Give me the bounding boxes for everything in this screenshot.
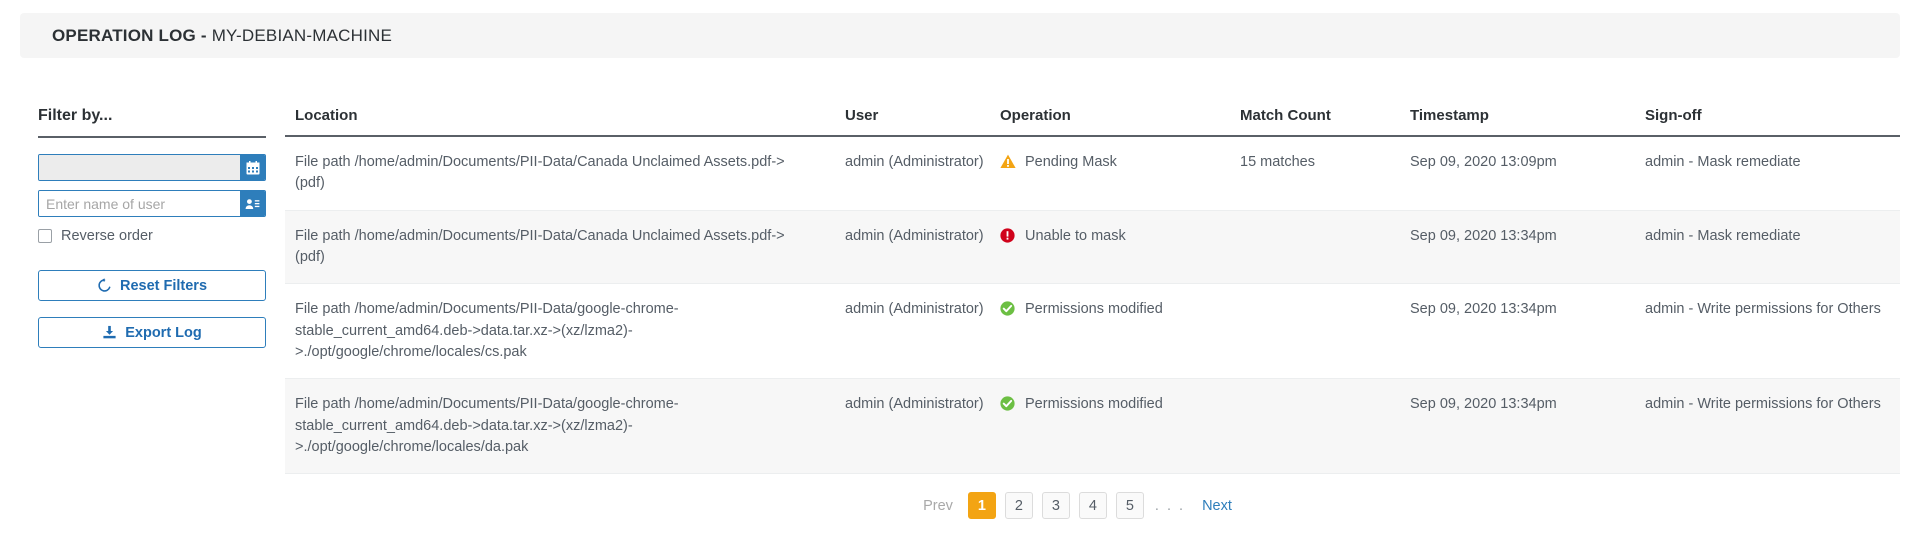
column-header-user: User [845,107,1000,136]
cell-location: File path /home/admin/Documents/PII-Data… [285,210,845,284]
pagination-page-1[interactable]: 1 [968,492,996,519]
filter-heading: Filter by... [38,107,285,136]
cell-timestamp: Sep 09, 2020 13:09pm [1410,136,1645,210]
refresh-icon [97,278,112,293]
cell-user: admin (Administrator) [845,379,1000,474]
operation-label: Permissions modified [1025,299,1163,320]
calendar-icon[interactable] [240,155,265,180]
page-header: OPERATION LOG - MY-DEBIAN-MACHINE [20,13,1900,58]
column-header-location: Location [285,107,845,136]
cell-match-count [1240,284,1410,379]
cell-signoff: admin - Write permissions for Others [1645,379,1900,474]
reset-filters-label: Reset Filters [120,278,207,294]
success-check-icon [1000,301,1016,316]
cell-operation: Permissions modified [1000,284,1240,379]
cell-user: admin (Administrator) [845,136,1000,210]
reverse-order-row[interactable]: Reverse order [38,228,285,244]
cell-match-count [1240,210,1410,284]
reverse-order-label: Reverse order [61,228,153,244]
page-title-separator: - [196,26,212,45]
filter-sidebar: Filter by... [20,85,285,542]
date-filter-row[interactable] [38,154,266,181]
cell-signoff: admin - Write permissions for Others [1645,284,1900,379]
user-filter-input[interactable] [39,191,240,216]
table-header-row: Location User Operation Match Count Time… [285,107,1900,136]
page-body: Filter by... [0,85,1920,542]
operation-label: Pending Mask [1025,152,1117,173]
date-filter-input[interactable] [39,155,240,180]
export-log-button[interactable]: Export Log [38,317,266,348]
warning-triangle-icon [1000,154,1016,169]
pagination-prev[interactable]: Prev [917,498,959,514]
cell-operation: Permissions modified [1000,379,1240,474]
pagination-next[interactable]: Next [1196,498,1238,514]
export-download-icon [102,325,117,340]
cell-match-count: 15 matches [1240,136,1410,210]
pagination-page-4[interactable]: 4 [1079,492,1107,519]
pagination-page-2[interactable]: 2 [1005,492,1033,519]
reset-filters-button[interactable]: Reset Filters [38,270,266,301]
user-filter-row[interactable] [38,190,266,217]
column-header-match-count: Match Count [1240,107,1410,136]
export-log-label: Export Log [125,325,202,341]
table-row[interactable]: File path /home/admin/Documents/PII-Data… [285,379,1900,474]
cell-timestamp: Sep 09, 2020 13:34pm [1410,284,1645,379]
cell-operation: Pending Mask [1000,136,1240,210]
column-header-signoff: Sign-off [1645,107,1900,136]
user-card-icon[interactable] [240,191,265,216]
table-body: File path /home/admin/Documents/PII-Data… [285,136,1900,474]
cell-match-count [1240,379,1410,474]
cell-location: File path /home/admin/Documents/PII-Data… [285,379,845,474]
cell-location: File path /home/admin/Documents/PII-Data… [285,136,845,210]
pagination-page-3[interactable]: 3 [1042,492,1070,519]
pagination-ellipsis: . . . [1153,498,1187,514]
operation-label: Unable to mask [1025,226,1126,247]
operation-label: Permissions modified [1025,394,1163,415]
cell-timestamp: Sep 09, 2020 13:34pm [1410,379,1645,474]
filter-divider [38,136,266,138]
table-row[interactable]: File path /home/admin/Documents/PII-Data… [285,136,1900,210]
pagination: Prev 12345 . . . Next [285,492,1900,519]
cell-user: admin (Administrator) [845,210,1000,284]
pagination-page-5[interactable]: 5 [1116,492,1144,519]
cell-signoff: admin - Mask remediate [1645,136,1900,210]
operation-log-table: Location User Operation Match Count Time… [285,107,1900,474]
cell-operation: Unable to mask [1000,210,1240,284]
page-title-label: OPERATION LOG [52,26,196,45]
table-head: Location User Operation Match Count Time… [285,107,1900,136]
error-circle-icon [1000,228,1016,243]
cell-signoff: admin - Mask remediate [1645,210,1900,284]
column-header-timestamp: Timestamp [1410,107,1645,136]
success-check-icon [1000,396,1016,411]
cell-location: File path /home/admin/Documents/PII-Data… [285,284,845,379]
table-row[interactable]: File path /home/admin/Documents/PII-Data… [285,284,1900,379]
page-title: OPERATION LOG - MY-DEBIAN-MACHINE [52,26,392,46]
column-header-operation: Operation [1000,107,1240,136]
cell-timestamp: Sep 09, 2020 13:34pm [1410,210,1645,284]
cell-user: admin (Administrator) [845,284,1000,379]
log-table-container: Location User Operation Match Count Time… [285,85,1900,542]
reverse-order-checkbox[interactable] [38,229,52,243]
machine-name: MY-DEBIAN-MACHINE [212,26,392,45]
table-row[interactable]: File path /home/admin/Documents/PII-Data… [285,210,1900,284]
operation-log-page: OPERATION LOG - MY-DEBIAN-MACHINE Filter… [0,13,1920,542]
